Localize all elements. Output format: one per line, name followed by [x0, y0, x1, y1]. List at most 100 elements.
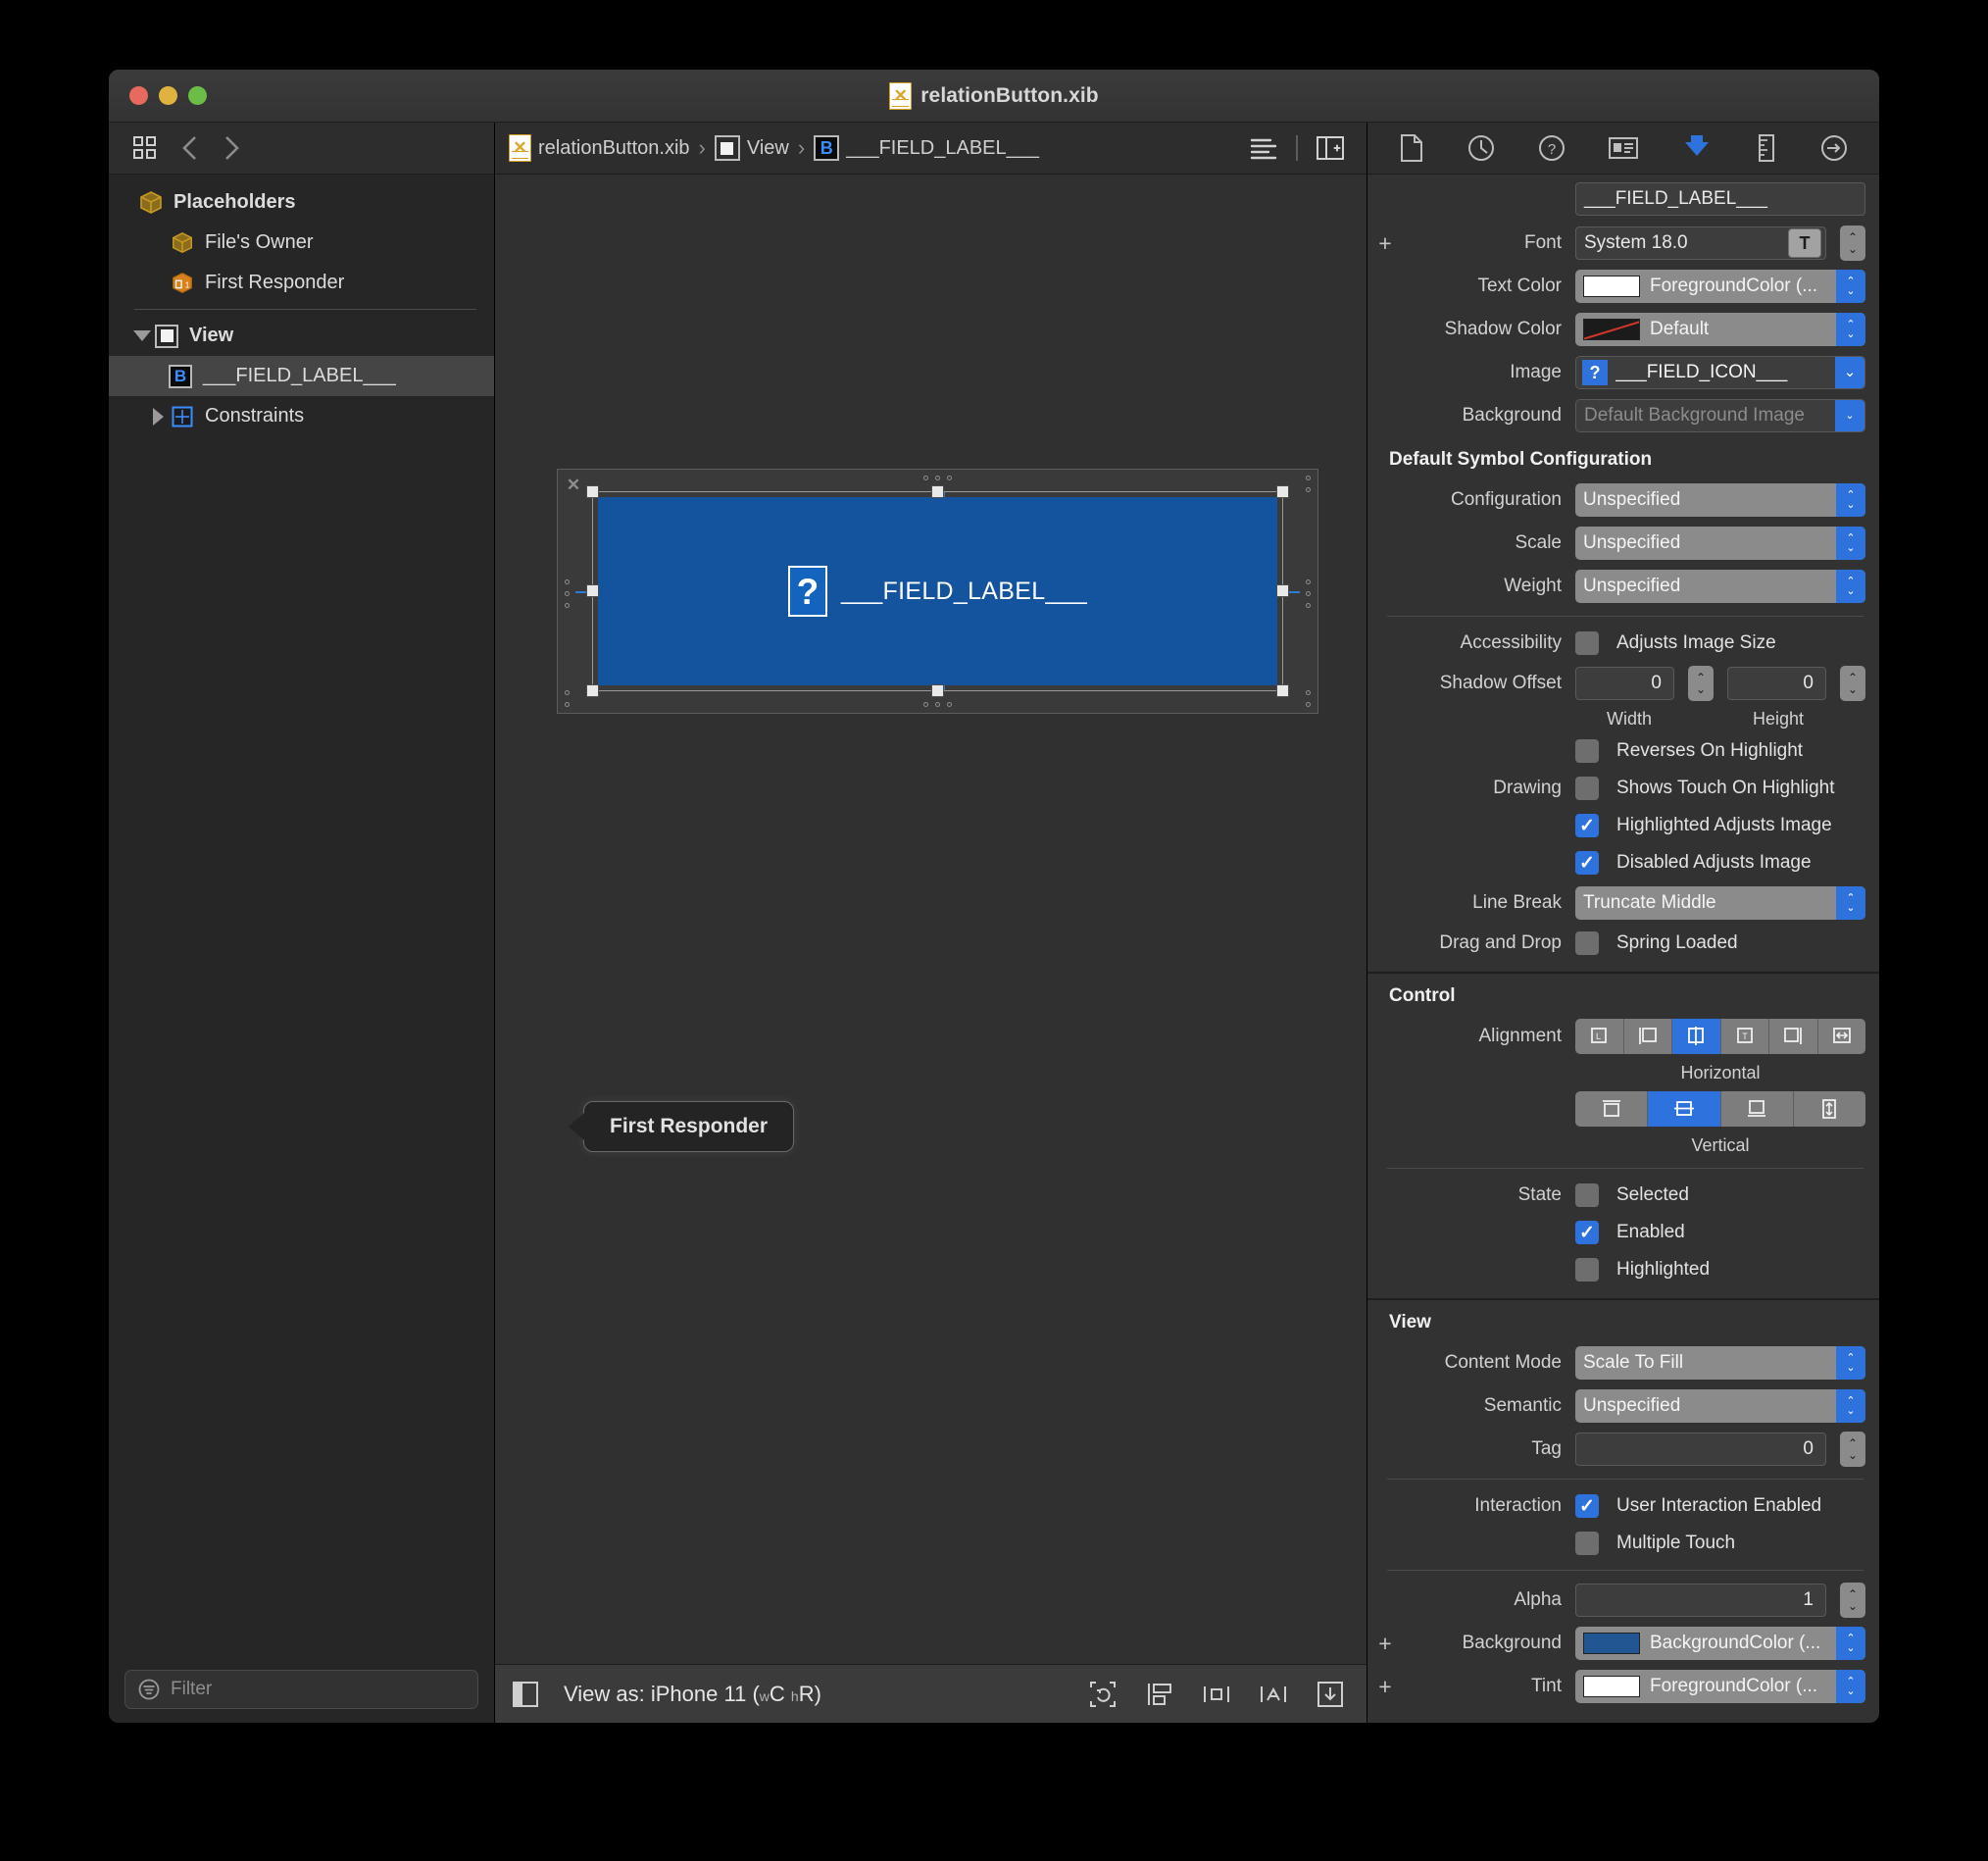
minimize-window-button[interactable]	[159, 86, 177, 105]
chevron-updown-icon[interactable]: ⌃ ⌄	[1836, 1389, 1865, 1423]
disclosure-triangle-closed-icon[interactable]	[146, 407, 170, 426]
multiple-touch-checkbox[interactable]	[1575, 1532, 1599, 1555]
chevron-updown-icon[interactable]: ⌃ ⌄	[1836, 1627, 1865, 1660]
shadow-offset-height-input[interactable]: 0	[1727, 667, 1826, 700]
title-field[interactable]: ___FIELD_LABEL___	[1575, 182, 1865, 216]
semantic-popup[interactable]: Unspecified ⌃ ⌄	[1575, 1389, 1865, 1423]
horizontal-alignment-segmented[interactable]: L T	[1575, 1019, 1865, 1054]
alpha-input[interactable]: 1	[1575, 1584, 1826, 1617]
spring-loaded-checkbox[interactable]	[1575, 931, 1599, 955]
add-constraints-icon[interactable]	[1259, 1681, 1288, 1708]
state-selected-checkbox[interactable]	[1575, 1183, 1599, 1207]
state-highlighted-checkbox[interactable]	[1575, 1258, 1599, 1282]
chevron-updown-icon[interactable]: ⌃ ⌄	[1836, 270, 1865, 303]
shows-touch-on-highlight-checkbox[interactable]	[1575, 777, 1599, 800]
content-mode-popup[interactable]: Scale To Fill ⌃ ⌄	[1575, 1346, 1865, 1380]
align-icon[interactable]	[1202, 1681, 1231, 1708]
selected-view-frame[interactable]: ✕ ? ___FIELD_LABEL___	[557, 469, 1318, 714]
tag-input[interactable]: 0	[1575, 1433, 1826, 1466]
outline-item-placeholders[interactable]: Placeholders	[109, 182, 494, 223]
connections-inspector-icon[interactable]	[1819, 133, 1849, 163]
embed-in-icon[interactable]	[1145, 1681, 1174, 1708]
close-icon[interactable]: ✕	[564, 476, 583, 495]
shadow-color-popup[interactable]: Default ⌃ ⌄	[1575, 313, 1865, 346]
align-middle-icon[interactable]	[1648, 1091, 1721, 1127]
align-bottom-icon[interactable]	[1721, 1091, 1794, 1127]
add-tint-variation-button[interactable]: +	[1375, 1675, 1395, 1698]
chevron-updown-icon[interactable]: ⌃ ⌄	[1836, 527, 1865, 560]
align-right-icon[interactable]	[1769, 1019, 1818, 1054]
assistant-editor-add-icon[interactable]	[1316, 135, 1345, 161]
align-center-icon[interactable]	[1672, 1019, 1721, 1054]
attributes-inspector-icon[interactable]	[1680, 133, 1714, 163]
attributes-inspector-body[interactable]: + ___FIELD_LABEL___ + Font System 18.0 T…	[1367, 175, 1879, 1723]
alpha-stepper[interactable]: ⌃ ⌄	[1840, 1583, 1865, 1618]
line-break-popup[interactable]: Truncate Middle ⌃ ⌄	[1575, 886, 1865, 920]
background-image-combo[interactable]: Default Background Image ⌄	[1575, 399, 1865, 432]
outline-item-constraints[interactable]: Constraints	[109, 396, 494, 436]
scale-popup[interactable]: Unspecified ⌃ ⌄	[1575, 527, 1865, 560]
chevron-down-icon[interactable]: ⌄	[1835, 400, 1864, 431]
chevron-updown-icon[interactable]: ⌃ ⌄	[1836, 886, 1865, 920]
chevron-updown-icon[interactable]: ⌃ ⌄	[1836, 1346, 1865, 1380]
back-chevron-icon[interactable]	[181, 134, 199, 162]
identity-inspector-icon[interactable]	[1608, 135, 1639, 161]
resize-handle[interactable]	[586, 684, 599, 697]
text-color-popup[interactable]: ForegroundColor (... ⌃ ⌄	[1575, 270, 1865, 303]
forward-chevron-icon[interactable]	[223, 134, 240, 162]
font-stepper[interactable]: ⌃ ⌄	[1840, 226, 1865, 261]
tag-stepper[interactable]: ⌃ ⌄	[1840, 1432, 1865, 1467]
resolve-issues-icon[interactable]	[1316, 1680, 1345, 1709]
user-interaction-enabled-checkbox[interactable]	[1575, 1494, 1599, 1518]
resize-handle[interactable]	[1276, 684, 1289, 697]
adjusts-image-size-checkbox[interactable]	[1575, 631, 1599, 655]
chevron-updown-icon[interactable]: ⌃ ⌄	[1836, 1670, 1865, 1703]
font-panel-icon[interactable]: T	[1788, 228, 1821, 258]
resize-handle[interactable]	[586, 485, 599, 498]
outline-item-first-responder[interactable]: 1 First Responder	[109, 263, 494, 303]
disabled-adjusts-image-checkbox[interactable]	[1575, 851, 1599, 875]
outline-item-field-label[interactable]: B ___FIELD_LABEL___	[109, 356, 494, 396]
history-inspector-icon[interactable]	[1466, 133, 1496, 163]
first-responder-canvas-node[interactable]: First Responder	[583, 1101, 795, 1152]
shadow-offset-height-stepper[interactable]: ⌃ ⌄	[1840, 666, 1865, 701]
weight-popup[interactable]: Unspecified ⌃ ⌄	[1575, 570, 1865, 603]
breadcrumb[interactable]: relationButton.xib › View › B ___FIELD_L…	[509, 134, 1039, 162]
chevron-updown-icon[interactable]: ⌃ ⌄	[1836, 313, 1865, 346]
disclosure-triangle-open-icon[interactable]	[130, 330, 154, 341]
align-lines-icon[interactable]	[1249, 135, 1278, 161]
outline-item-view[interactable]: View	[109, 316, 494, 356]
tint-popup[interactable]: ForegroundColor (... ⌃ ⌄	[1575, 1670, 1865, 1703]
resize-handle[interactable]	[930, 485, 944, 498]
chevron-updown-icon[interactable]: ⌃ ⌄	[1836, 483, 1865, 517]
state-enabled-checkbox[interactable]	[1575, 1221, 1599, 1244]
add-background-variation-button[interactable]: +	[1375, 1632, 1395, 1655]
vertical-alignment-segmented[interactable]	[1575, 1091, 1865, 1127]
update-frames-icon[interactable]	[1088, 1680, 1118, 1709]
filter-input[interactable]: Filter	[124, 1670, 478, 1709]
breadcrumb-file[interactable]: relationButton.xib	[538, 137, 690, 160]
align-fill-vertical-icon[interactable]	[1794, 1091, 1865, 1127]
reverses-on-highlight-checkbox[interactable]	[1575, 739, 1599, 763]
image-combo[interactable]: ? ___FIELD_ICON___ ⌄	[1575, 356, 1865, 389]
align-text-icon[interactable]: T	[1721, 1019, 1769, 1054]
highlighted-adjusts-image-checkbox[interactable]	[1575, 814, 1599, 837]
resize-handle[interactable]	[930, 684, 944, 697]
align-top-icon[interactable]	[1575, 1091, 1649, 1127]
document-outline-tree[interactable]: Placeholders File's Owner 1 First Respon…	[109, 175, 494, 1656]
canvas-button[interactable]: ? ___FIELD_LABEL___	[598, 497, 1277, 685]
zoom-window-button[interactable]	[188, 86, 207, 105]
resize-handle[interactable]	[1276, 584, 1289, 597]
view-background-popup[interactable]: BackgroundColor (... ⌃ ⌄	[1575, 1627, 1865, 1660]
resize-handle[interactable]	[1276, 485, 1289, 498]
close-window-button[interactable]	[129, 86, 148, 105]
add-font-variation-button[interactable]: +	[1375, 231, 1395, 255]
configuration-popup[interactable]: Unspecified ⌃ ⌄	[1575, 483, 1865, 517]
align-left-icon[interactable]	[1624, 1019, 1672, 1054]
size-inspector-icon[interactable]	[1755, 133, 1778, 163]
view-as-control[interactable]: View as: iPhone 11 (wC hR)	[564, 1682, 821, 1707]
breadcrumb-view[interactable]: View	[747, 137, 789, 160]
left-panel-toggle-icon[interactable]	[513, 1681, 538, 1707]
chevron-updown-icon[interactable]: ⌃ ⌄	[1836, 570, 1865, 603]
align-leading-icon[interactable]: L	[1575, 1019, 1624, 1054]
